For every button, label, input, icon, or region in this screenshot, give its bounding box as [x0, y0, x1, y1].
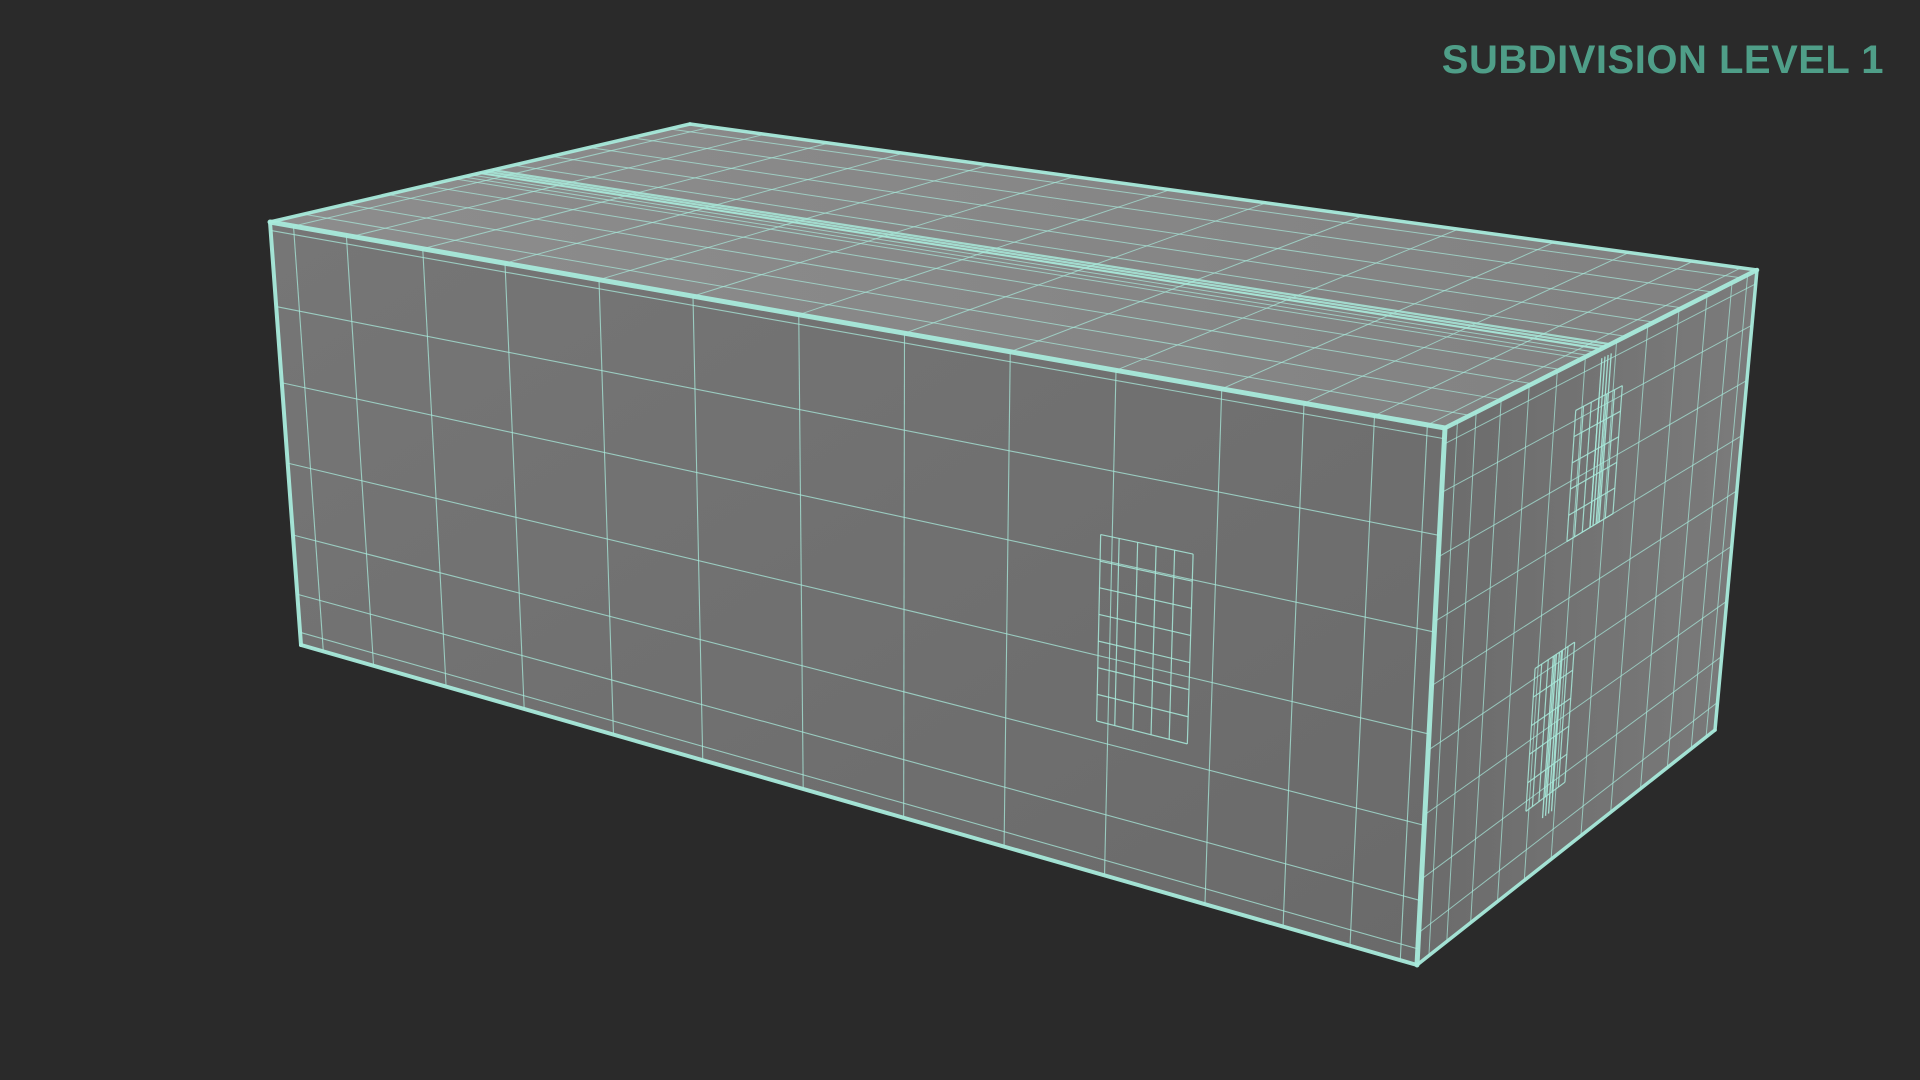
- wireframe-render: [267, 122, 1760, 968]
- subdivision-level-label: SUBDIVISION LEVEL 1: [1441, 38, 1884, 82]
- 3d-viewport: SUBDIVISION LEVEL 1: [0, 0, 1920, 1080]
